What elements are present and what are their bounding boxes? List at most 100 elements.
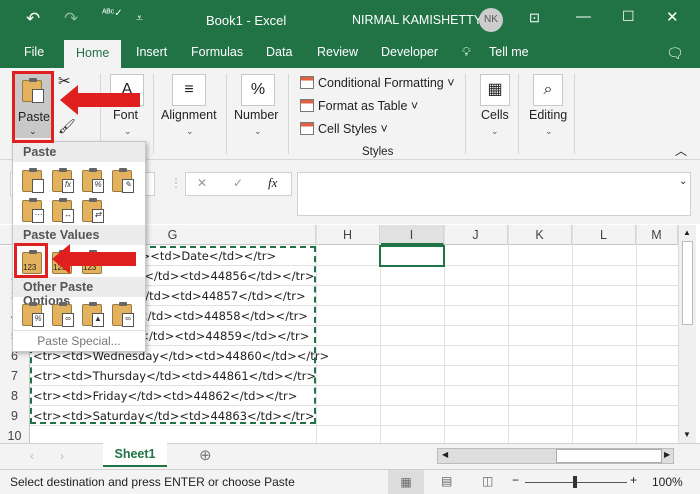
paste-formulas-number-formatting-icon[interactable]: % (82, 168, 104, 193)
chevron-down-icon: ⌄ (491, 126, 499, 136)
add-sheet-icon[interactable]: ⊕ (199, 446, 212, 464)
paste-formatting-icon[interactable]: % (22, 302, 44, 327)
expand-formula-icon[interactable]: ⌄ (679, 176, 687, 187)
status-bar: Select destination and press ENTER or ch… (0, 469, 700, 494)
chevron-down-icon: ⌄ (186, 126, 194, 136)
row-header[interactable]: 8 (0, 386, 30, 406)
scroll-thumb[interactable] (682, 241, 693, 325)
format-as-table-icon (300, 99, 314, 112)
next-sheet-icon[interactable]: › (60, 449, 64, 463)
redo-icon[interactable]: ↷ (64, 9, 78, 29)
editing-group[interactable]: Editing (529, 108, 567, 122)
other-paste-options-header: Other Paste Options (13, 277, 145, 308)
horizontal-scrollbar[interactable]: ◀ ▶ (437, 448, 674, 464)
tab-developer[interactable]: Developer (381, 45, 438, 59)
column-header-i[interactable]: I (380, 225, 444, 245)
enter-icon[interactable]: ✓ (233, 176, 243, 190)
page-layout-icon[interactable]: ▤ (441, 474, 452, 488)
column-header-k[interactable]: K (508, 225, 572, 245)
cancel-icon[interactable]: ✕ (197, 176, 207, 190)
active-cell-i1[interactable] (379, 245, 445, 267)
spelling-icon[interactable]: ᴬᴮᶜ✓ (102, 8, 123, 19)
vertical-scrollbar[interactable]: ▲ ▼ (678, 225, 696, 443)
sheet-tab-bar: ‹ › Sheet1 ⊕ ◀ ▶ (0, 443, 700, 469)
tab-home[interactable]: Home (64, 40, 122, 68)
search-icon[interactable]: ⌕ (533, 74, 563, 106)
scroll-thumb[interactable] (556, 449, 662, 463)
transpose-icon[interactable]: ⇄ (82, 198, 104, 223)
tab-insert[interactable]: Insert (136, 45, 167, 59)
avatar[interactable]: NK (479, 8, 503, 32)
no-borders-icon[interactable]: ⋯ (22, 198, 44, 223)
paste-special-item[interactable]: Paste Special... (13, 330, 145, 348)
paste-values-highlight (14, 243, 48, 278)
minimize-icon[interactable]: — (576, 8, 591, 25)
red-arrow-annotation (52, 244, 136, 274)
customize-qat-icon[interactable]: ⩡ (136, 11, 143, 26)
paste-picture-icon[interactable]: ▲ (82, 302, 104, 327)
undo-icon[interactable]: ↶ (26, 9, 40, 29)
row-header[interactable]: 7 (0, 366, 30, 386)
chevron-down-icon: ⌄ (254, 126, 262, 136)
format-painter-icon[interactable]: 🖌︎ (58, 118, 76, 135)
user-name: NIRMAL KAMISHETTY (352, 13, 483, 27)
alignment-icon[interactable]: ≡ (172, 74, 206, 106)
title-bar: ↶ ↷ ᴬᴮᶜ✓ ⩡ Book1 - Excel NIRMAL KAMISHET… (0, 0, 700, 40)
alignment-group[interactable]: Alignment (161, 108, 217, 122)
paste-section-header: Paste (13, 142, 145, 162)
paste-link-icon[interactable]: ∞ (52, 302, 74, 327)
conditional-formatting-button[interactable]: Conditional Formatting ˅ (300, 76, 455, 90)
status-message: Select destination and press ENTER or ch… (10, 475, 295, 489)
zoom-slider-handle[interactable] (573, 476, 577, 488)
chevron-down-icon: ⌄ (545, 126, 553, 136)
lightbulb-icon: 💡︎ (462, 45, 471, 59)
zoom-in-button[interactable]: + (630, 473, 637, 487)
column-header-j[interactable]: J (444, 225, 508, 245)
maximize-icon[interactable]: ☐ (622, 8, 635, 25)
tab-file[interactable]: File (24, 45, 44, 59)
styles-group-label: Styles (362, 146, 394, 158)
tab-data[interactable]: Data (266, 45, 292, 59)
number-icon[interactable]: % (241, 74, 275, 106)
page-break-preview-icon[interactable]: ◫ (482, 474, 493, 488)
tab-formulas[interactable]: Formulas (191, 45, 243, 59)
grip-icon: ⋮ (170, 176, 182, 190)
comments-icon[interactable]: 🗨︎ (666, 45, 684, 62)
linked-picture-icon[interactable]: ∞ (112, 302, 134, 327)
insert-function-icon[interactable]: fx (268, 175, 277, 191)
cells-icon[interactable]: ▦ (480, 74, 510, 106)
column-header-l[interactable]: L (572, 225, 636, 245)
zoom-level[interactable]: 100% (652, 475, 683, 489)
paste-formulas-icon[interactable]: fx (52, 168, 74, 193)
conditional-formatting-icon (300, 76, 314, 89)
document-title: Book1 - Excel (206, 13, 287, 28)
column-header-h[interactable]: H (316, 225, 380, 245)
collapse-ribbon-icon[interactable]: ︿ (675, 142, 687, 159)
cells-group[interactable]: Cells (481, 108, 509, 122)
paste-icon[interactable] (22, 168, 44, 193)
column-header-m[interactable]: M (636, 225, 678, 245)
prev-sheet-icon[interactable]: ‹ (30, 449, 34, 463)
normal-view-icon[interactable]: ▦ (388, 470, 424, 494)
paste-values-section-header: Paste Values (13, 225, 145, 245)
cell-styles-button[interactable]: Cell Styles ˅ (300, 122, 388, 136)
ribbon-tabs: File Home Insert Formulas Data Review De… (0, 38, 700, 68)
zoom-out-button[interactable]: − (512, 473, 519, 487)
number-group[interactable]: Number (234, 108, 278, 122)
chevron-down-icon: ⌄ (124, 126, 132, 136)
red-arrow-annotation (60, 85, 140, 115)
formula-input[interactable] (297, 172, 691, 216)
ribbon-display-icon[interactable]: ⊡ (529, 10, 540, 26)
tell-me-search[interactable]: Tell me (489, 45, 529, 59)
font-group[interactable]: Font (113, 108, 138, 122)
paste-highlight (12, 71, 54, 143)
cell-styles-icon (300, 122, 314, 135)
scroll-up-icon: ▲ (683, 228, 691, 237)
tab-review[interactable]: Review (317, 45, 358, 59)
format-as-table-button[interactable]: Format as Table ˅ (300, 99, 418, 113)
keep-source-formatting-icon[interactable]: ✎ (112, 168, 134, 193)
row-header[interactable]: 9 (0, 406, 30, 426)
sheet-tab-sheet1[interactable]: Sheet1 (103, 443, 167, 467)
close-icon[interactable]: ✕ (666, 8, 679, 26)
keep-column-widths-icon[interactable]: ↔ (52, 198, 74, 223)
